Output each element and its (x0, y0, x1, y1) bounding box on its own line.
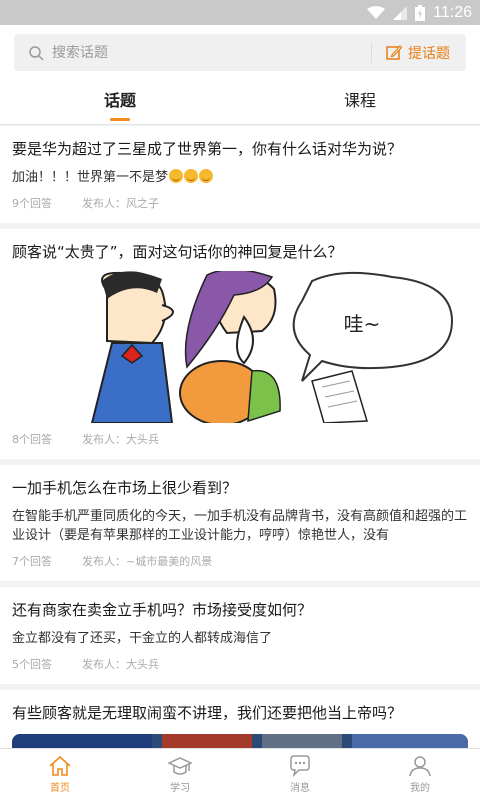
topic-card[interactable]: 要是华为超过了三星成了世界第一，你有什么话对华为说？ 加油！！！世界第一不是梦 … (0, 126, 480, 223)
topic-snippet-text: 加油！！！世界第一不是梦 (12, 170, 169, 185)
home-icon (49, 755, 71, 776)
nav-home[interactable]: 首页 (0, 749, 120, 800)
nav-study-label: 学习 (170, 783, 190, 794)
topic-snippet: 金立都没有了还买，干金立的人都转成海信了 (12, 631, 273, 646)
wifi-icon (367, 5, 386, 19)
nav-messages[interactable]: 消息 (240, 749, 360, 800)
search-icon (29, 45, 44, 61)
cartoon-image: 哇~ (12, 271, 468, 423)
author: 发布人：大头兵 (82, 658, 159, 671)
signal-icon (393, 5, 408, 20)
tab-topics[interactable]: 话题 (0, 80, 240, 124)
search-divider (371, 43, 372, 63)
topic-question: 一加手机怎么在市场上很少看到？ (12, 479, 238, 497)
topic-feed[interactable]: 要是华为超过了三星成了世界第一，你有什么话对华为说？ 加油！！！世界第一不是梦 … (0, 126, 480, 748)
nav-study[interactable]: 学习 (120, 749, 240, 800)
battery-icon (415, 4, 426, 21)
answer-count: 8个回答 (12, 433, 52, 446)
topic-snippet: 加油！！！世界第一不是梦 (12, 168, 468, 187)
nav-profile-label: 我的 (410, 783, 430, 794)
ask-topic-label: 提话题 (408, 45, 450, 62)
smile-emoji-icon (184, 169, 199, 183)
tab-bar: 话题 课程 (0, 80, 480, 125)
topic-card[interactable]: 顾客说“太贵了”，面对这句话你的神回复是什么？ 哇~ 8个回答 发布人：大头兵 (0, 229, 480, 459)
topic-meta: 7个回答 发布人：~城市最美的风景 (12, 545, 468, 581)
ask-topic-button[interactable]: 提话题 (386, 34, 450, 71)
topic-card[interactable]: 有些顾客就是无理取闹蛮不讲理，我们还要把他当上帝吗？ (0, 690, 480, 748)
topic-question: 有些顾客就是无理取闹蛮不讲理，我们还要把他当上帝吗？ (12, 704, 403, 722)
cartoon-speech-text: 哇~ (344, 312, 381, 336)
graduation-cap-icon (168, 757, 192, 775)
answer-count: 7个回答 (12, 555, 52, 568)
status-bar: 11:26 (0, 0, 480, 25)
nav-home-label: 首页 (50, 783, 70, 794)
topic-meta: 8个回答 发布人：大头兵 (12, 423, 468, 459)
topic-card[interactable]: 一加手机怎么在市场上很少看到？ 在智能手机严重同质化的今天，一加手机没有品牌背书… (0, 465, 480, 581)
answer-count: 5个回答 (12, 658, 52, 671)
chat-bubble-icon (290, 755, 310, 777)
smile-emoji-icon (199, 169, 214, 183)
user-icon (409, 756, 431, 777)
nav-profile[interactable]: 我的 (360, 749, 480, 800)
edit-icon (386, 44, 402, 60)
tab-courses[interactable]: 课程 (240, 80, 480, 124)
tab-topics-label: 话题 (103, 91, 136, 110)
tab-courses-label: 课程 (343, 91, 376, 110)
answer-count: 9个回答 (12, 197, 52, 210)
topic-snippet: 在智能手机严重同质化的今天，一加手机没有品牌背书，没有高颜值和超强的工业设计（要… (12, 509, 468, 543)
author: 发布人：风之子 (82, 197, 159, 210)
nav-messages-label: 消息 (290, 783, 310, 794)
topic-question: 要是华为超过了三星成了世界第一，你有什么话对华为说？ (12, 140, 403, 158)
topic-photo (12, 734, 468, 748)
search-input[interactable] (52, 44, 352, 61)
top-header: 提话题 话题 课程 (0, 25, 480, 125)
active-tab-indicator (110, 118, 130, 121)
author: 发布人：~城市最美的风景 (82, 555, 213, 568)
smile-emoji-icon (169, 169, 184, 183)
topic-meta: 9个回答 发布人：风之子 (12, 187, 468, 223)
search-bar: 提话题 (14, 34, 466, 71)
bottom-nav: 首页 学习 消息 我的 (0, 748, 480, 800)
status-time: 11:26 (433, 3, 472, 21)
topic-question: 顾客说“太贵了”，面对这句话你的神回复是什么？ (12, 243, 343, 261)
topic-card[interactable]: 还有商家在卖金立手机吗？市场接受度如何？ 金立都没有了还买，干金立的人都转成海信… (0, 587, 480, 684)
topic-meta: 5个回答 发布人：大头兵 (12, 648, 468, 684)
author: 发布人：大头兵 (82, 433, 159, 446)
topic-question: 还有商家在卖金立手机吗？市场接受度如何？ (12, 601, 313, 619)
